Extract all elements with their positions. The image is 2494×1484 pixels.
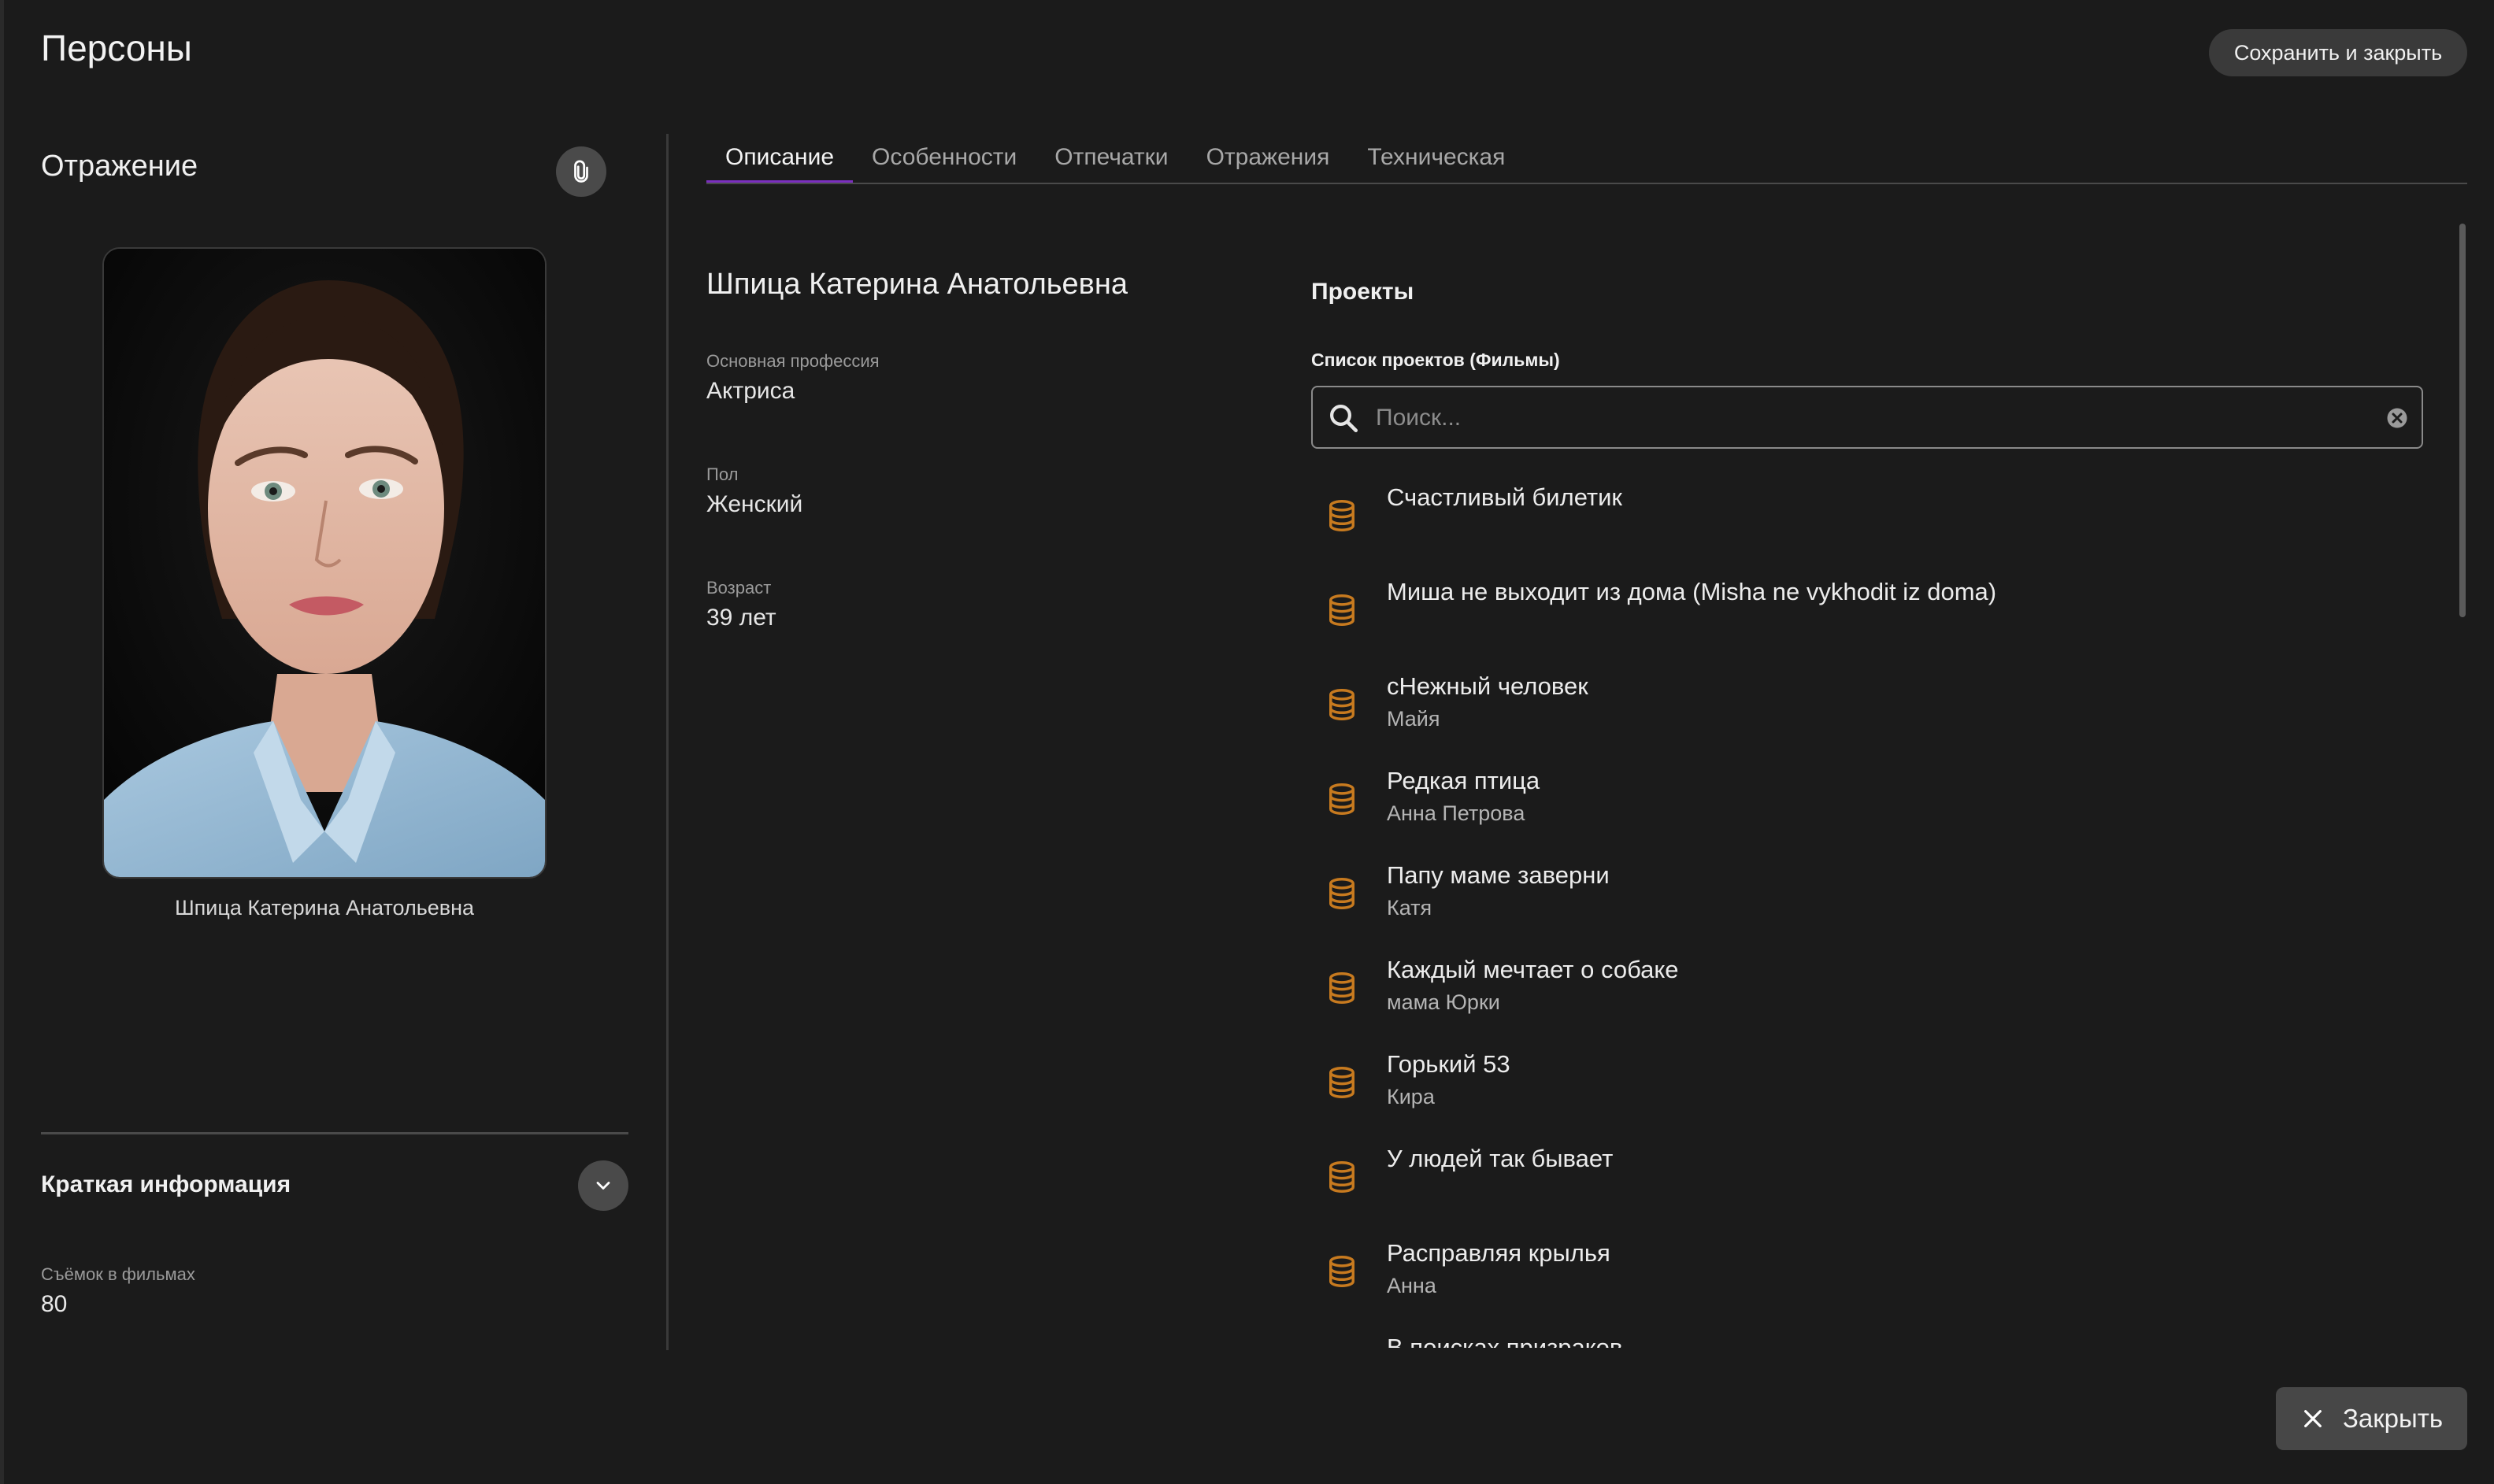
projects-list: Счастливый билетик Миша не выходит из до… xyxy=(1311,472,2423,1348)
page-title: Персоны xyxy=(41,28,192,68)
tab-fingerprints[interactable]: Отпечатки xyxy=(1036,134,1187,184)
brief-info-expand-button[interactable] xyxy=(578,1160,628,1211)
database-icon xyxy=(1329,594,1354,626)
tab-description[interactable]: Описание xyxy=(706,134,854,184)
database-icon xyxy=(1329,1256,1354,1287)
project-title: Папу маме заверни xyxy=(1387,861,1610,889)
project-title: Счастливый билетик xyxy=(1387,483,1622,511)
projects-list-label: Список проектов (Фильмы) xyxy=(1311,350,1560,370)
films-count-label: Съёмок в фильмах xyxy=(41,1264,195,1284)
attach-button[interactable] xyxy=(556,146,606,197)
films-count-value: 80 xyxy=(41,1291,68,1317)
age-label: Возраст xyxy=(706,578,772,598)
close-button[interactable]: Закрыть xyxy=(2276,1387,2467,1450)
database-icon xyxy=(1329,500,1354,531)
reflection-heading: Отражение xyxy=(41,150,198,183)
database-icon xyxy=(1329,783,1354,815)
database-icon xyxy=(1329,1161,1354,1193)
projects-search-input[interactable] xyxy=(1374,394,2354,442)
projects-heading: Проекты xyxy=(1311,279,1414,305)
project-title: У людей так бывает xyxy=(1387,1145,1614,1172)
project-role: Анна Петрова xyxy=(1387,801,1525,825)
project-title: Расправляя крылья xyxy=(1387,1239,1610,1267)
profession-value: Актриса xyxy=(706,378,795,404)
brief-info-heading: Краткая информация xyxy=(41,1171,291,1197)
list-item[interactable]: Папу маме заверни Катя xyxy=(1311,850,2423,945)
project-title: Горький 53 xyxy=(1387,1050,1510,1078)
project-title: В поисках призраков xyxy=(1387,1334,1623,1348)
list-item[interactable]: сНежный человек Майя xyxy=(1311,661,2423,756)
close-button-label: Закрыть xyxy=(2342,1404,2444,1433)
profession-label: Основная профессия xyxy=(706,351,880,371)
gender-value: Женский xyxy=(706,491,803,517)
project-title: Миша не выходит из дома (Misha ne vykhod… xyxy=(1387,578,1997,605)
section-divider xyxy=(41,1132,628,1134)
list-item[interactable]: Каждый мечтает о собаке мама Юрки xyxy=(1311,945,2423,1039)
window-edge xyxy=(0,0,4,1484)
paperclip-icon xyxy=(574,160,588,183)
project-title: сНежный человек xyxy=(1387,672,1588,700)
list-item[interactable]: Расправляя крылья Анна xyxy=(1311,1228,2423,1323)
list-item[interactable]: Счастливый билетик xyxy=(1311,472,2423,567)
list-item[interactable]: У людей так бывает xyxy=(1311,1134,2423,1228)
database-icon xyxy=(1329,1067,1354,1098)
search-icon xyxy=(1330,405,1358,433)
photo-caption: Шпица Катерина Анатольевна xyxy=(174,896,475,920)
tab-reflections[interactable]: Отражения xyxy=(1188,134,1349,184)
tabs-underline xyxy=(706,183,2467,184)
tab-bar: Описание Особенности Отпечатки Отражения… xyxy=(706,134,1524,184)
list-item[interactable]: В поисках призраков xyxy=(1311,1323,2423,1348)
list-item[interactable]: Редкая птица Анна Петрова xyxy=(1311,756,2423,850)
project-role: Анна xyxy=(1387,1274,1436,1297)
project-role: Кира xyxy=(1387,1085,1435,1108)
list-item[interactable]: Горький 53 Кира xyxy=(1311,1039,2423,1134)
project-role: Катя xyxy=(1387,896,1432,920)
age-value: 39 лет xyxy=(706,605,776,631)
database-icon xyxy=(1329,972,1354,1004)
database-icon xyxy=(1329,689,1354,720)
chevron-down-icon xyxy=(596,1182,610,1190)
person-photo xyxy=(102,247,547,879)
database-icon xyxy=(1329,878,1354,909)
save-and-close-button[interactable]: Сохранить и закрыть xyxy=(2209,29,2467,76)
tab-technical[interactable]: Техническая xyxy=(1348,134,1524,184)
project-role: Майя xyxy=(1387,707,1440,731)
column-divider xyxy=(666,134,669,1350)
portrait-image xyxy=(104,249,545,877)
projects-scrollbar[interactable] xyxy=(2459,224,2466,617)
list-item[interactable]: Миша не выходит из дома (Misha ne vykhod… xyxy=(1311,567,2423,661)
clear-icon[interactable] xyxy=(2385,406,2409,430)
project-title: Редкая птица xyxy=(1387,767,1540,794)
close-icon xyxy=(2304,1410,2322,1427)
project-role: мама Юрки xyxy=(1387,990,1500,1014)
tab-features[interactable]: Особенности xyxy=(853,134,1036,184)
project-title: Каждый мечтает о собаке xyxy=(1387,956,1679,983)
gender-label: Пол xyxy=(706,464,739,484)
person-name: Шпица Катерина Анатольевна xyxy=(706,268,1128,301)
projects-search-box xyxy=(1311,386,2423,449)
